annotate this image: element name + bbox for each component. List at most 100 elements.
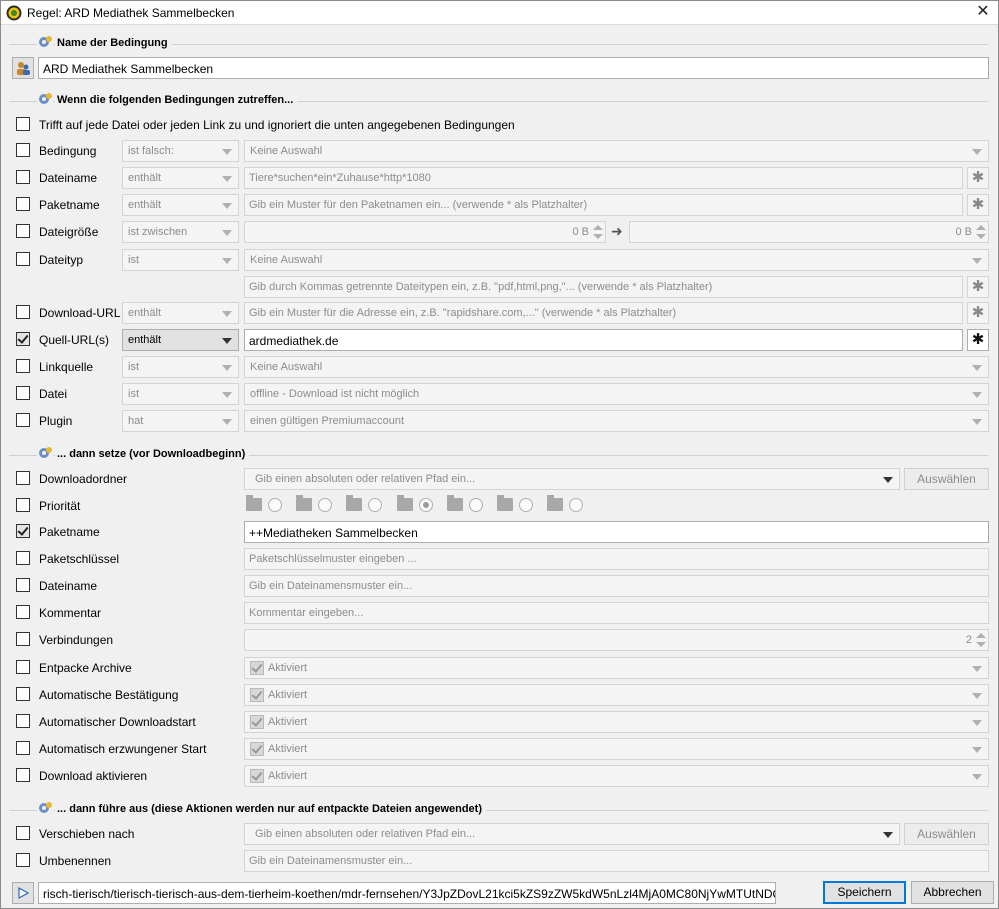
set-checkbox[interactable] (16, 660, 30, 674)
condition-checkbox[interactable] (16, 359, 30, 373)
inner-checkbox[interactable] (250, 769, 264, 783)
operator-select[interactable]: enthält (122, 167, 239, 189)
spinner-icon[interactable] (976, 224, 986, 240)
enabled-select[interactable]: Aktiviert (244, 711, 989, 733)
close-icon[interactable]: ✕ (974, 3, 992, 21)
inner-checkbox[interactable] (250, 742, 264, 756)
choose-button[interactable]: Auswählen (904, 468, 989, 490)
priority-option[interactable] (296, 495, 332, 514)
condition-checkbox[interactable] (16, 197, 30, 211)
value-select[interactable]: Keine Auswahl (244, 356, 989, 378)
operator-select[interactable]: ist falsch: (122, 140, 239, 162)
enabled-select[interactable]: Aktiviert (244, 738, 989, 760)
operator-select[interactable]: ist (122, 383, 239, 405)
filename-input[interactable]: Gib ein Dateinamensmuster ein... (244, 575, 989, 597)
folder-select[interactable]: Gib einen absoluten oder relativen Pfad … (244, 468, 900, 490)
set-checkbox-checked[interactable] (16, 524, 30, 538)
value-select[interactable]: Keine Auswahl (244, 249, 989, 271)
set-checkbox[interactable] (16, 578, 30, 592)
value-select[interactable]: Keine Auswahl (244, 140, 989, 162)
priority-radio[interactable] (268, 498, 282, 512)
priority-radio[interactable] (368, 498, 382, 512)
wildcard-icon[interactable]: ✱ (967, 194, 989, 216)
size-from-input[interactable]: 0 B (244, 221, 606, 243)
priority-option[interactable] (547, 495, 583, 514)
priority-option[interactable] (346, 495, 382, 514)
condition-checkbox[interactable] (16, 413, 30, 427)
section-title: Wenn die folgenden Bedingungen zutreffen… (55, 94, 298, 106)
condition-checkbox[interactable] (16, 224, 30, 238)
condition-checkbox[interactable] (16, 143, 30, 157)
condition-checkbox[interactable] (16, 386, 30, 400)
priority-radio-selected[interactable] (419, 498, 433, 512)
wildcard-icon[interactable]: ✱ (967, 276, 989, 298)
set-checkbox[interactable] (16, 741, 30, 755)
condition-checkbox[interactable] (16, 170, 30, 184)
chevron-down-icon (972, 149, 982, 155)
package-name-input[interactable]: ++Mediatheken Sammelbecken (244, 521, 989, 543)
priority-option[interactable] (497, 495, 533, 514)
save-button[interactable]: Speichern (823, 881, 906, 904)
wildcard-icon[interactable]: ✱ (967, 302, 989, 324)
set-row-paketschluessel: Paketschlüssel Paketschlüsselmuster eing… (1, 548, 999, 570)
priority-option[interactable] (397, 495, 433, 514)
set-checkbox[interactable] (16, 605, 30, 619)
filetype-input[interactable]: Gib durch Kommas getrennte Dateitypen ei… (244, 276, 963, 298)
priority-radio[interactable] (318, 498, 332, 512)
set-checkbox[interactable] (16, 471, 30, 485)
set-checkbox[interactable] (16, 632, 30, 646)
match-all-checkbox[interactable] (16, 117, 30, 131)
set-checkbox[interactable] (16, 551, 30, 565)
pattern-input[interactable]: ardmediathek.de (244, 329, 963, 351)
set-checkbox[interactable] (16, 498, 30, 512)
connections-spinner[interactable]: 2 (244, 629, 989, 651)
rename-input[interactable]: Gib ein Dateinamensmuster ein... (244, 850, 989, 872)
priority-radio[interactable] (469, 498, 483, 512)
value-select[interactable]: offline - Download ist nicht möglich (244, 383, 989, 405)
exec-checkbox[interactable] (16, 853, 30, 867)
pattern-input[interactable]: Gib ein Muster für den Paketnamen ein...… (244, 194, 963, 216)
pattern-input[interactable]: Tiere*suchen*ein*Zuhause*http*1080 (244, 167, 963, 189)
comment-input[interactable]: Kommentar eingeben... (244, 602, 989, 624)
inner-checkbox[interactable] (250, 661, 264, 675)
inner-checkbox[interactable] (250, 715, 264, 729)
test-url-input[interactable]: risch-tierisch/tierisch-tierisch-aus-dem… (38, 882, 776, 904)
operator-select[interactable]: hat (122, 410, 239, 432)
inner-checkbox[interactable] (250, 688, 264, 702)
spinner-icon[interactable] (593, 224, 603, 240)
test-run-button[interactable] (12, 882, 34, 904)
set-checkbox[interactable] (16, 687, 30, 701)
operator-select[interactable]: ist (122, 249, 239, 271)
move-target-select[interactable]: Gib einen absoluten oder relativen Pfad … (244, 823, 900, 845)
operator-select[interactable]: ist zwischen (122, 221, 239, 243)
condition-checkbox[interactable] (16, 305, 30, 319)
set-checkbox[interactable] (16, 768, 30, 782)
choose-button[interactable]: Auswählen (904, 823, 989, 845)
operator-select[interactable]: enthält (122, 302, 239, 324)
value-select[interactable]: einen gültigen Premiumaccount (244, 410, 989, 432)
priority-radio[interactable] (519, 498, 533, 512)
size-to-input[interactable]: 0 B (629, 221, 989, 243)
rule-name-input[interactable]: ARD Mediathek Sammelbecken (38, 57, 989, 79)
pattern-input[interactable]: Gib ein Muster für die Adresse ein, z.B.… (244, 302, 963, 324)
priority-radio[interactable] (569, 498, 583, 512)
rule-icon-button[interactable] (12, 57, 34, 79)
operator-select[interactable]: ist (122, 356, 239, 378)
operator-select[interactable]: enthält (122, 194, 239, 216)
wildcard-icon[interactable]: ✱ (967, 329, 989, 351)
condition-checkbox-checked[interactable] (16, 332, 30, 346)
priority-option[interactable] (246, 495, 282, 514)
enabled-select[interactable]: Aktiviert (244, 684, 989, 706)
package-key-input[interactable]: Paketschlüsselmuster eingeben ... (244, 548, 989, 570)
condition-checkbox[interactable] (16, 252, 30, 266)
exec-checkbox[interactable] (16, 826, 30, 840)
priority-option[interactable] (447, 495, 483, 514)
enabled-select[interactable]: Aktiviert (244, 765, 989, 787)
operator-select[interactable]: enthält (122, 329, 239, 351)
spinner-icon[interactable] (976, 632, 986, 648)
enabled-select[interactable]: Aktiviert (244, 657, 989, 679)
cancel-button[interactable]: Abbrechen (911, 881, 994, 904)
set-label: Downloadordner (39, 472, 128, 486)
set-checkbox[interactable] (16, 714, 30, 728)
wildcard-icon[interactable]: ✱ (967, 167, 989, 189)
